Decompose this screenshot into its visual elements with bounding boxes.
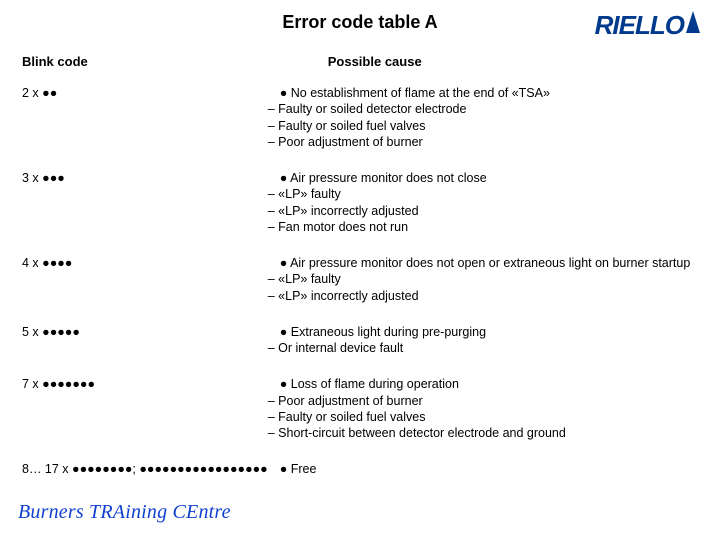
- error-code-table-container: Blink code Possible cause 2 x ●●● No est…: [22, 52, 698, 492]
- cause-sub: – «LP» incorrectly adjusted: [268, 288, 698, 304]
- possible-cause-cell: ● Loss of flame during operation– Poor a…: [268, 370, 698, 455]
- table-row: 7 x ●●●●●●●● Loss of flame during operat…: [22, 370, 698, 455]
- possible-cause-cell: ● No establishment of flame at the end o…: [268, 79, 698, 164]
- blink-code-cell: 3 x ●●●: [22, 164, 268, 249]
- table-row: 4 x ●●●●● Air pressure monitor does not …: [22, 249, 698, 318]
- brand-logo-text: RIELLO: [595, 10, 684, 41]
- cause-sub: – Short-circuit between detector electro…: [268, 425, 698, 441]
- brand-logo: RIELLO: [595, 10, 700, 40]
- cause-sub: – «LP» faulty: [268, 186, 698, 202]
- cause-sub: – «LP» faulty: [268, 271, 698, 287]
- cause-main: ● Loss of flame during operation: [268, 376, 698, 392]
- flame-icon: [686, 11, 700, 33]
- cause-sub: – Or internal device fault: [268, 340, 698, 356]
- cause-main: ● Free: [268, 461, 698, 477]
- cause-sub: – Faulty or soiled detector electrode: [268, 101, 698, 117]
- error-code-table: Blink code Possible cause 2 x ●●● No est…: [22, 52, 698, 492]
- table-row: 3 x ●●●● Air pressure monitor does not c…: [22, 164, 698, 249]
- possible-cause-cell: ● Extraneous light during pre-purging– O…: [268, 318, 698, 371]
- blink-code-cell: 8… 17 x ●●●●●●●●; ●●●●●●●●●●●●●●●●●: [22, 455, 268, 491]
- possible-cause-cell: ● Air pressure monitor does not open or …: [268, 249, 698, 318]
- cause-sub: – Faulty or soiled fuel valves: [268, 118, 698, 134]
- table-row: 5 x ●●●●●● Extraneous light during pre-p…: [22, 318, 698, 371]
- cause-sub: – «LP» incorrectly adjusted: [268, 203, 698, 219]
- blink-code-cell: 2 x ●●: [22, 79, 268, 164]
- table-row: 2 x ●●● No establishment of flame at the…: [22, 79, 698, 164]
- cause-sub: – Faulty or soiled fuel valves: [268, 409, 698, 425]
- cause-sub: – Poor adjustment of burner: [268, 134, 698, 150]
- cause-main: ● Extraneous light during pre-purging: [268, 324, 698, 340]
- possible-cause-cell: ● Free: [268, 455, 698, 491]
- cause-main: ● Air pressure monitor does not close: [268, 170, 698, 186]
- blink-code-cell: 5 x ●●●●●: [22, 318, 268, 371]
- cause-sub: – Fan motor does not run: [268, 219, 698, 235]
- cause-main: ● Air pressure monitor does not open or …: [268, 255, 698, 271]
- col-header-blink: Blink code: [22, 52, 268, 79]
- cause-sub: – Poor adjustment of burner: [268, 393, 698, 409]
- possible-cause-cell: ● Air pressure monitor does not close– «…: [268, 164, 698, 249]
- table-row: 8… 17 x ●●●●●●●●; ●●●●●●●●●●●●●●●●●● Fre…: [22, 455, 698, 491]
- cause-main: ● No establishment of flame at the end o…: [268, 85, 698, 101]
- blink-code-cell: 7 x ●●●●●●●: [22, 370, 268, 455]
- col-header-cause: Possible cause: [268, 52, 698, 79]
- blink-code-cell: 4 x ●●●●: [22, 249, 268, 318]
- footer-branding: Burners TRAining CEntre: [18, 501, 231, 524]
